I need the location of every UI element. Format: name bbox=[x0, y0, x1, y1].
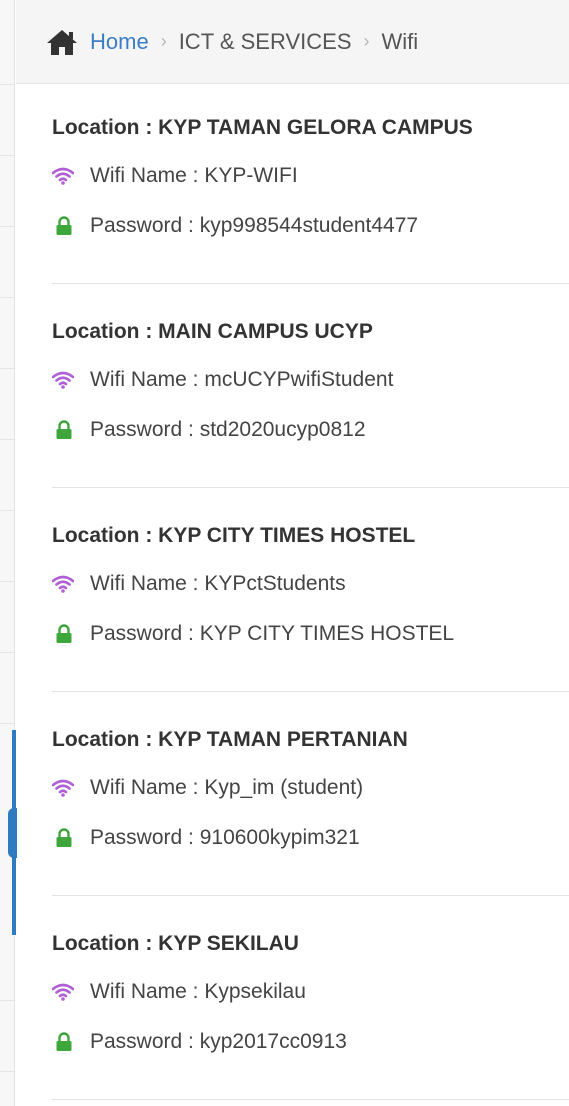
password-row: Password : std2020ucyp0812 bbox=[52, 418, 366, 442]
rail-divider bbox=[0, 1000, 14, 1001]
rail-divider bbox=[0, 1071, 14, 1072]
sidebar-toggle-handle[interactable] bbox=[8, 808, 17, 858]
wifi-entry: Location : KYP CITY TIMES HOSTEL Wifi Na… bbox=[52, 492, 569, 696]
password-text: Password : KYP CITY TIMES HOSTEL bbox=[90, 622, 455, 645]
breadcrumb-home-link[interactable]: Home bbox=[90, 29, 149, 55]
location-title: Location : KYP TAMAN GELORA CAMPUS bbox=[52, 116, 473, 139]
password-text: Password : kyp2017cc0913 bbox=[90, 1030, 347, 1053]
breadcrumb-section: ICT & SERVICES bbox=[178, 28, 352, 54]
password-text: Password : kyp998544student4477 bbox=[90, 214, 419, 237]
divider bbox=[52, 895, 569, 896]
wifi-entry: Location : KYP SEKILAU Wifi Name : Kypse… bbox=[52, 900, 569, 1104]
wifi-icon bbox=[52, 983, 74, 1001]
lock-icon bbox=[56, 828, 72, 847]
wifi-icon bbox=[52, 371, 74, 389]
breadcrumb: Home › ICT & SERVICES › Wifi bbox=[16, 0, 569, 84]
rail-divider bbox=[0, 723, 14, 724]
password-row: Password : kyp998544student4477 bbox=[52, 214, 418, 238]
wifi-name-row: Wifi Name : Kypsekilau bbox=[52, 980, 306, 1004]
wifi-name-text: Wifi Name : Kyp_im (student) bbox=[90, 776, 364, 799]
wifi-name-text: Wifi Name : mcUCYPwifiStudent bbox=[90, 368, 394, 391]
left-sidebar-rail bbox=[0, 0, 17, 1106]
wifi-name-text: Wifi Name : KYP-WIFI bbox=[90, 164, 298, 187]
lock-icon bbox=[56, 216, 72, 235]
wifi-icon bbox=[52, 779, 74, 797]
breadcrumb-current-page: Wifi bbox=[381, 28, 419, 54]
wifi-entry: Location : KYP TAMAN GELORA CAMPUS Wifi … bbox=[52, 84, 569, 288]
rail-divider bbox=[0, 84, 14, 85]
password-text: Password : 910600kypim321 bbox=[90, 826, 360, 849]
divider bbox=[52, 487, 569, 488]
lock-icon bbox=[56, 1032, 72, 1051]
wifi-name-row: Wifi Name : mcUCYPwifiStudent bbox=[52, 368, 393, 392]
location-title: Location : KYP SEKILAU bbox=[52, 932, 299, 955]
rail-divider bbox=[0, 155, 14, 156]
wifi-name-row: Wifi Name : KYP-WIFI bbox=[52, 164, 298, 188]
location-title: Location : MAIN CAMPUS UCYP bbox=[52, 320, 373, 343]
rail-divider bbox=[0, 439, 14, 440]
breadcrumb-separator: › bbox=[160, 31, 167, 51]
wifi-name-row: Wifi Name : KYPctStudents bbox=[52, 572, 346, 596]
rail-divider bbox=[0, 510, 14, 511]
lock-icon bbox=[56, 624, 72, 643]
password-row: Password : 910600kypim321 bbox=[52, 826, 360, 850]
location-title: Location : KYP TAMAN PERTANIAN bbox=[52, 728, 408, 751]
wifi-icon bbox=[52, 167, 74, 185]
breadcrumb-separator: › bbox=[363, 31, 370, 51]
home-icon[interactable] bbox=[46, 28, 78, 56]
location-title: Location : KYP CITY TIMES HOSTEL bbox=[52, 524, 416, 547]
password-row: Password : kyp2017cc0913 bbox=[52, 1030, 347, 1054]
divider bbox=[52, 691, 569, 692]
wifi-list: Location : KYP TAMAN GELORA CAMPUS Wifi … bbox=[52, 84, 569, 1104]
password-row: Password : KYP CITY TIMES HOSTEL bbox=[52, 622, 454, 646]
divider bbox=[52, 283, 569, 284]
rail-divider bbox=[0, 297, 14, 298]
wifi-name-text: Wifi Name : KYPctStudents bbox=[90, 572, 346, 595]
divider bbox=[52, 1099, 569, 1100]
wifi-icon bbox=[52, 575, 74, 593]
wifi-name-text: Wifi Name : Kypsekilau bbox=[90, 980, 306, 1003]
rail-divider bbox=[0, 581, 14, 582]
wifi-entry: Location : MAIN CAMPUS UCYP Wifi Name : … bbox=[52, 288, 569, 492]
rail-divider bbox=[0, 368, 14, 369]
rail-divider bbox=[0, 652, 14, 653]
lock-icon bbox=[56, 420, 72, 439]
password-text: Password : std2020ucyp0812 bbox=[90, 418, 366, 441]
rail-divider bbox=[0, 226, 14, 227]
wifi-name-row: Wifi Name : Kyp_im (student) bbox=[52, 776, 363, 800]
wifi-entry: Location : KYP TAMAN PERTANIAN Wifi Name… bbox=[52, 696, 569, 900]
